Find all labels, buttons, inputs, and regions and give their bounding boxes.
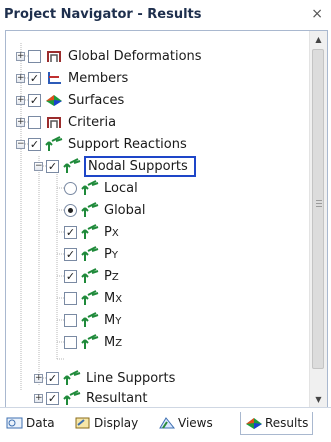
tree-item-label: MY (104, 312, 122, 328)
grip-icon (316, 200, 322, 201)
expand-icon[interactable]: + (34, 373, 43, 383)
checkbox-checked[interactable]: ✓ (64, 247, 77, 261)
tree-item-local[interactable]: Local (64, 177, 138, 199)
radio-button-selected[interactable] (64, 203, 77, 217)
tree-item-label: Local (104, 180, 138, 196)
checkbox-checked[interactable]: ✓ (28, 71, 41, 85)
display-icon (75, 417, 90, 429)
scrollbar-thumb[interactable] (312, 49, 324, 369)
expand-icon[interactable]: + (16, 117, 25, 127)
navigator-tabs: Data Display Views Results (0, 407, 331, 442)
views-icon (159, 417, 176, 429)
support-icon (63, 158, 81, 174)
support-icon (81, 224, 99, 240)
tree-item-label: MZ (104, 334, 123, 350)
data-icon (6, 417, 23, 429)
deformation-icon (45, 48, 63, 64)
surface-icon (45, 92, 63, 108)
tree-item-px[interactable]: ✓ PX (64, 221, 119, 243)
tree-item-surfaces[interactable]: + ✓ Surfaces (16, 89, 124, 111)
tree-item-py[interactable]: ✓ PY (64, 243, 118, 265)
checkbox[interactable] (28, 49, 41, 63)
checkbox-checked[interactable]: ✓ (28, 137, 41, 151)
tree-item-my[interactable]: MY (64, 309, 121, 331)
tree-item-global-deformations[interactable]: + Global Deformations (16, 45, 202, 67)
support-icon (81, 180, 99, 196)
support-icon (45, 136, 63, 152)
scroll-up-arrow-icon[interactable]: ▲ (310, 31, 327, 48)
tree-item-mx[interactable]: MX (64, 287, 122, 309)
tab-views[interactable]: Views (158, 412, 213, 434)
close-button[interactable]: × (311, 6, 323, 22)
tree-item-line-supports[interactable]: + ✓ Line Supports (34, 367, 175, 389)
tree-item-pz[interactable]: ✓ PZ (64, 265, 119, 287)
tree-item-global[interactable]: Global (64, 199, 145, 221)
tree-item-label: Members (68, 70, 129, 86)
tab-results[interactable]: Results (240, 412, 314, 435)
tree-item-label: Global Deformations (68, 48, 202, 64)
tree-item-label: PZ (104, 268, 119, 284)
tab-data[interactable]: Data (6, 412, 55, 434)
support-icon (81, 268, 99, 284)
radio-button[interactable] (64, 181, 77, 195)
scroll-down-arrow-icon[interactable]: ▼ (310, 391, 327, 408)
support-icon (81, 246, 99, 262)
tab-label: Data (26, 416, 55, 430)
panel-title: Project Navigator - Results (4, 7, 202, 22)
checkbox-checked[interactable]: ✓ (64, 269, 77, 283)
tab-label: Views (178, 416, 213, 430)
support-icon (81, 312, 99, 328)
support-icon (81, 334, 99, 350)
expand-icon[interactable]: + (16, 73, 25, 83)
results-icon (246, 418, 262, 429)
support-icon (63, 390, 81, 406)
tree-item-label: Surfaces (68, 92, 125, 108)
checkbox[interactable] (64, 313, 77, 327)
checkbox-checked[interactable]: ✓ (46, 159, 59, 173)
checkbox-checked[interactable]: ✓ (64, 225, 77, 239)
support-icon (81, 290, 99, 306)
tree-item-support-reactions[interactable]: − ✓ Support Reactions (16, 133, 187, 155)
tab-display[interactable]: Display (74, 412, 138, 434)
collapse-icon[interactable]: − (34, 161, 43, 171)
tree-item-criteria[interactable]: + Criteria (16, 111, 116, 133)
tab-label: Display (94, 416, 139, 430)
checkbox[interactable] (64, 291, 77, 305)
support-icon (63, 370, 81, 386)
collapse-icon[interactable]: − (16, 139, 25, 149)
tree-item-label: Criteria (68, 114, 117, 130)
tree-item-label: Support Reactions (68, 136, 187, 152)
member-icon (45, 70, 63, 86)
checkbox-checked[interactable]: ✓ (46, 391, 59, 405)
tree-item-label: PX (104, 224, 119, 240)
tree-item-label: PY (104, 246, 118, 262)
tree-item-label: Resultant (86, 390, 148, 406)
support-icon (81, 202, 99, 218)
tree-item-label-selected: Nodal Supports (84, 155, 196, 177)
criteria-icon (45, 114, 63, 130)
checkbox-checked[interactable]: ✓ (28, 93, 41, 107)
checkbox[interactable] (28, 115, 41, 129)
tree-item-label: Global (104, 202, 146, 218)
expand-icon[interactable]: + (16, 51, 25, 61)
tree-item-label: Line Supports (86, 370, 176, 386)
title-bar: Project Navigator - Results × (0, 0, 331, 30)
navigator-tree-panel: + Global Deformations + ✓ Members + ✓ Su… (5, 30, 328, 409)
tree-item-nodal-supports[interactable]: − ✓ Nodal Supports (34, 155, 196, 177)
vertical-scrollbar[interactable]: ▲ ▼ (309, 31, 327, 408)
tree-item-resultant[interactable]: + ✓ Resultant (34, 387, 148, 408)
tab-label: Results (265, 416, 309, 430)
tree-item-label: MX (104, 290, 123, 306)
expand-icon[interactable]: + (16, 95, 25, 105)
checkbox-checked[interactable]: ✓ (46, 371, 59, 385)
expand-icon[interactable]: + (34, 393, 43, 403)
tree-item-mz[interactable]: MZ (64, 331, 122, 353)
tree-item-members[interactable]: + ✓ Members (16, 67, 128, 89)
checkbox[interactable] (64, 335, 77, 349)
